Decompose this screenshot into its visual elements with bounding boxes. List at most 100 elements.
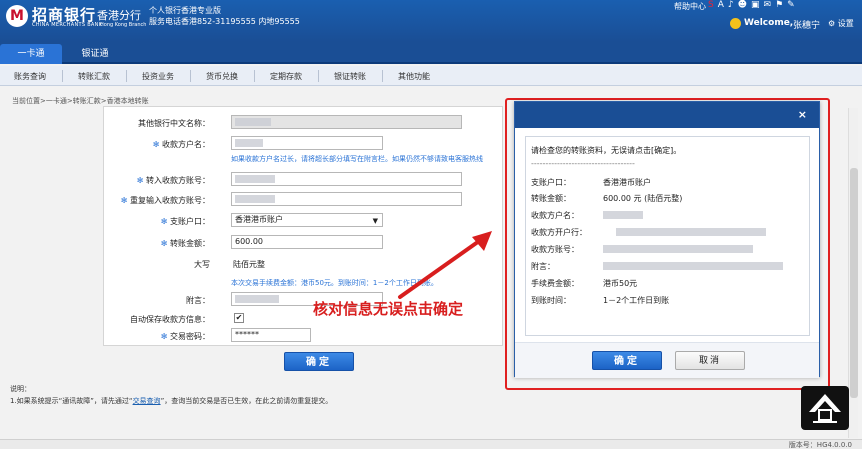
dialog-row-label: 支账户口：	[531, 178, 571, 187]
payee-name-hint: 如果收款方户名过长，请将超长部分填写在附言栏。如果仍然不够请致电客服热线	[231, 155, 483, 163]
edit-icon[interactable]: ✎	[787, 0, 795, 10]
from-account-label: ✻ 支账户口：	[160, 217, 210, 226]
notes-line: 1.如果系统提示“通讯故障”，请先通过“交易查询”，查询当前交易是否已生效，在此…	[10, 395, 332, 407]
subnav-account-query[interactable]: 账务查询	[14, 71, 46, 82]
dialog-row-value: 600.00 元 (陆佰元整)	[603, 194, 683, 203]
dialog-divider: ------------------------------------	[531, 159, 635, 168]
form-confirm-button[interactable]: 确定	[284, 352, 354, 371]
subnav-fixed-deposit[interactable]: 定期存款	[270, 71, 302, 82]
dialog-row-label: 手续费金额：	[531, 279, 579, 288]
remark-label: 附言：	[186, 296, 210, 305]
breadcrumb: 当前位置>一卡通>转账汇款>香港本地转账	[12, 97, 149, 105]
transaction-query-link[interactable]: 交易查询	[133, 397, 161, 405]
dialog-confirm-button[interactable]: 确定	[592, 351, 662, 370]
subnav-transfer[interactable]: 转账汇款	[78, 71, 110, 82]
version-number: 版本号：HG4.0.0.0	[788, 441, 852, 449]
bank-branch: 香港分行	[97, 9, 141, 22]
amount-label: ✻ 转账金额：	[160, 239, 210, 248]
hotline: 服务电话香港852-31195555 内地95555	[149, 17, 300, 26]
subnav-currency-exchange[interactable]: 货币兑换	[206, 71, 238, 82]
product-name: 个人银行香港专业版	[149, 6, 221, 15]
dialog-footer: 确定 取消	[515, 342, 819, 378]
settings-link[interactable]: ⚙ 设置	[828, 18, 854, 29]
confirm-dialog: × 请检查您的转账资料，无误请点击[确定]。 -----------------…	[514, 101, 820, 378]
sogou-icon[interactable]: S	[708, 0, 714, 10]
payee-account-label: ✻ 转入收款方账号：	[136, 176, 210, 185]
page-scrollbar[interactable]	[848, 108, 858, 438]
chevron-down-icon: ▼	[372, 217, 378, 225]
dialog-row-label: 转账金额：	[531, 194, 571, 203]
notes: 说明： 1.如果系统提示“通讯故障”，请先通过“交易查询”，查询当前交易是否已生…	[10, 383, 332, 407]
app-header: M 招商银行 香港分行 CHINA MERCHANTS BANK Hong Ko…	[0, 0, 862, 42]
bank-name-english: CHINA MERCHANTS BANK	[32, 22, 103, 28]
dialog-row-value-redacted	[616, 227, 768, 236]
tab-yinzhengtong[interactable]: 银证通	[66, 44, 124, 64]
from-account-select[interactable]: 香港港币账户 ▼	[231, 213, 383, 227]
watermark-logo-icon	[801, 386, 849, 430]
close-icon[interactable]: ×	[798, 108, 807, 121]
bank-logo-icon: M	[6, 5, 28, 27]
payee-name-label: ✻ 收款方户名：	[152, 140, 210, 149]
dialog-row-value-redacted	[603, 261, 785, 270]
branch-english: Hong Kong Branch	[100, 22, 147, 28]
repeat-account-input[interactable]	[231, 192, 462, 206]
other-bank-name-field	[231, 115, 462, 129]
dialog-row-value: 1－2个工作日到账	[603, 296, 670, 305]
amount-input[interactable]: 600.00	[231, 235, 383, 249]
dialog-row-value-redacted	[603, 210, 645, 219]
dialog-row-value-redacted	[603, 244, 755, 253]
notes-line-prefix: 1.如果系统提示“通讯故障”，请先通过“	[10, 397, 133, 405]
password-label: ✻ 交易密码：	[160, 332, 210, 341]
password-label-text: 交易密码：	[170, 332, 210, 341]
dialog-cancel-button[interactable]: 取消	[675, 351, 745, 370]
toolbar-icons: S A ♪ ☻ ▣ ✉ ⚑ ✎	[708, 0, 795, 10]
music-icon[interactable]: ♪	[728, 0, 734, 10]
notes-line-suffix: ”，查询当前交易是否已生效，在此之前请勿重复提交。	[160, 397, 333, 405]
dialog-row-label: 收款方户名：	[531, 211, 579, 220]
payee-account-input[interactable]	[231, 172, 462, 186]
dialog-row-label: 附言：	[531, 262, 555, 271]
dialog-row-value: 香港港币账户	[603, 178, 651, 187]
autosave-checkbox[interactable]: ✔	[234, 313, 244, 323]
scroll-thumb[interactable]	[850, 168, 858, 398]
repeat-account-label-text: 重复输入收款方账号：	[130, 196, 210, 205]
keyboard-icon[interactable]: ▣	[751, 0, 760, 10]
status-bar: 版本号：HG4.0.0.0	[0, 439, 862, 449]
dialog-row-label: 收款方开户行：	[531, 228, 587, 237]
welcome-text: Welcome,	[744, 18, 794, 28]
subnav-investment[interactable]: 投资业务	[142, 71, 174, 82]
from-account-label-text: 支账户口：	[170, 217, 210, 226]
repeat-account-label: ✻ 重复输入收款方账号：	[120, 196, 210, 205]
subnav-bank-securities[interactable]: 银证转账	[334, 71, 366, 82]
subnav-other-functions[interactable]: 其他功能	[398, 71, 430, 82]
dialog-body: 请检查您的转账资料，无误请点击[确定]。 -------------------…	[525, 136, 810, 336]
tab-yikatong[interactable]: 一卡通	[0, 44, 62, 64]
header-info: 个人银行香港专业版 服务电话香港852-31195555 内地95555	[149, 5, 300, 27]
annotation-arrow	[398, 231, 492, 299]
from-account-value: 香港港币账户	[235, 215, 283, 224]
user-avatar-icon	[730, 18, 741, 29]
mail-icon[interactable]: ✉	[764, 0, 772, 10]
payee-account-label-text: 转入收款方账号：	[146, 176, 210, 185]
uppercase-value: 陆佰元整	[233, 260, 265, 269]
flag-icon[interactable]: ⚑	[775, 0, 783, 10]
dialog-row-label: 到账时间：	[531, 296, 571, 305]
autosave-label: 自动保存收款方信息：	[130, 315, 210, 324]
payee-name-label-text: 收款方户名：	[162, 140, 210, 149]
password-input[interactable]: ******	[231, 328, 311, 342]
main-nav: 一卡通 银证通	[0, 42, 862, 64]
help-center-link[interactable]: 帮助中心	[674, 1, 706, 12]
notes-title: 说明：	[10, 385, 31, 393]
amount-label-text: 转账金额：	[170, 239, 210, 248]
annotation-text: 核对信息无误点击确定	[313, 300, 464, 318]
other-bank-name-label: 其他银行中文名称：	[138, 119, 210, 128]
uppercase-label: 大写	[194, 260, 210, 269]
dialog-titlebar: ×	[515, 102, 819, 128]
payee-name-input[interactable]	[231, 136, 383, 150]
emoji-icon[interactable]: ☻	[738, 0, 747, 10]
dialog-row-label: 收款方账号：	[531, 245, 579, 254]
font-icon[interactable]: A	[718, 0, 724, 10]
sub-nav: 账务查询 转账汇款 投资业务 货币兑换 定期存款 银证转账 其他功能	[0, 66, 862, 86]
dialog-intro: 请检查您的转账资料，无误请点击[确定]。	[531, 146, 682, 155]
dialog-row-value: 港币50元	[603, 279, 638, 288]
